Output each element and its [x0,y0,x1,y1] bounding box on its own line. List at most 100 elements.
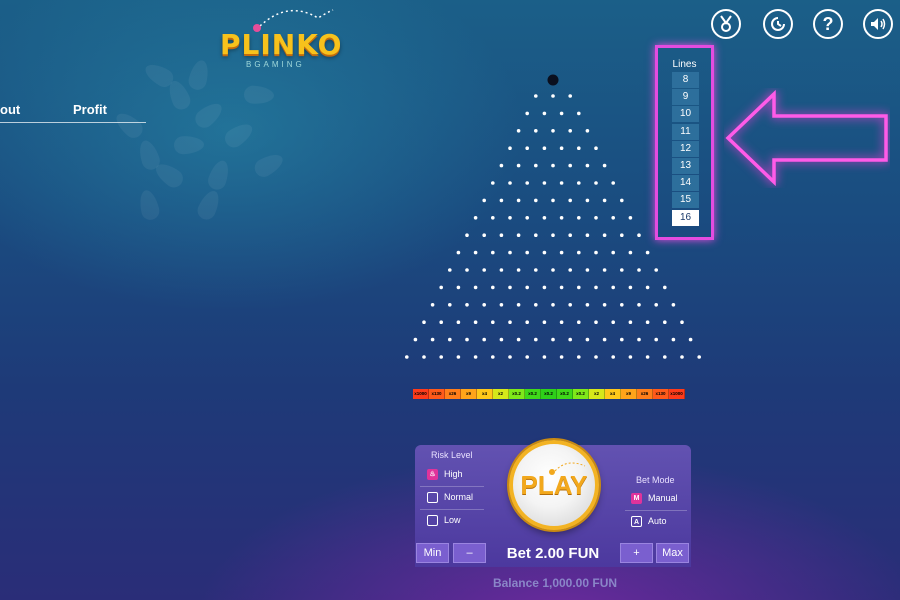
bet-decrease-button[interactable]: – [453,543,486,563]
peg [663,285,667,290]
multiplier-bucket: x0.2 [509,389,525,399]
lines-option-8[interactable]: 8 [672,72,699,88]
peg [482,337,487,342]
peg [516,163,521,168]
peg [551,303,555,307]
peg [499,268,504,272]
peg [551,233,555,237]
peg [542,285,547,290]
peg [559,320,564,325]
peg [585,163,590,168]
multiplier-bucket: x26 [445,389,461,399]
peg [585,303,590,307]
peg [525,181,529,185]
auto-badge: A [631,515,642,527]
peg [585,129,590,133]
peg [568,303,572,307]
peg [430,303,435,307]
peg [602,337,607,342]
risk-normal-label: Normal [444,492,474,502]
lines-option-10[interactable]: 10 [672,106,699,123]
lines-option-12[interactable]: 12 [672,140,699,157]
peg [594,320,598,325]
multiplier-bucket: x4 [605,389,621,399]
peg [508,355,512,359]
peg [516,268,521,272]
peg [637,268,641,272]
balance: Balance 1,000.00 FUN [492,576,618,590]
lines-option-16[interactable]: 16 [672,209,699,226]
peg [525,146,529,150]
peg [620,268,624,272]
peg [482,198,487,203]
peg [465,337,469,342]
peg [559,216,564,220]
peg [559,146,564,150]
peg [491,285,495,290]
peg [577,250,581,255]
peg [473,216,478,220]
bet-max-button[interactable]: Max [656,543,689,563]
risk-normal-button[interactable]: Normal [417,486,487,508]
peg [568,94,572,98]
peg [482,303,487,307]
peg [628,216,633,220]
play-trajectory-icon [549,462,586,475]
peg [465,303,469,307]
peg [499,233,504,237]
peg [611,181,615,185]
multiplier-bucket: x1000 [669,389,685,399]
peg [405,355,409,359]
peg [602,233,607,237]
peg [499,303,504,307]
peg [645,320,650,325]
multiplier-bucket: x1000 [413,389,429,399]
peg [568,268,572,272]
peg [534,94,538,98]
peg [551,198,555,203]
bet-mode-manual-button[interactable]: M Manual [621,487,691,509]
lines-option-13[interactable]: 13 [672,158,699,174]
peg [611,355,615,359]
peg [645,355,650,359]
peg [473,320,478,325]
peg [602,163,607,168]
peg [542,146,547,150]
peg [559,250,564,255]
risk-level-title: Risk Level [431,450,473,460]
peg [585,233,590,237]
peg [542,111,547,116]
manual-badge: M [631,492,642,504]
peg [594,216,598,220]
peg [482,268,487,272]
peg [628,320,633,325]
bet-min-button[interactable]: Min [416,543,449,563]
peg [525,285,529,290]
peg [577,111,581,116]
bet-increase-button[interactable]: + [620,543,653,563]
peg [577,320,581,325]
peg [602,303,607,307]
peg [465,233,469,237]
peg [542,320,547,325]
lines-option-11[interactable]: 11 [672,123,699,140]
peg [568,163,572,168]
lines-option-9[interactable]: 9 [672,89,699,106]
peg [413,337,418,342]
lines-option-14[interactable]: 14 [672,175,699,192]
multiplier-bucket: x0.2 [573,389,589,399]
peg [542,216,547,220]
pointing-arrow-icon [725,89,888,187]
bet-mode-auto-button[interactable]: A Auto [621,510,691,532]
lines-option-15[interactable]: 15 [672,192,699,209]
risk-high-button[interactable]: ♨ High [417,463,487,485]
peg [602,198,607,203]
bet-amount: Bet 2.00 FUN [506,545,600,562]
play-button[interactable]: PLAY [509,440,599,530]
peg [654,337,658,342]
risk-low-button[interactable]: Low [417,509,487,531]
peg [491,320,495,325]
multiplier-row: x1000 x130 x26 x9 x4 x2 x0.2 x0.2 x0.2 x0.2 x0.2 x2… [413,389,685,399]
peg [439,320,444,325]
peg [508,146,512,150]
